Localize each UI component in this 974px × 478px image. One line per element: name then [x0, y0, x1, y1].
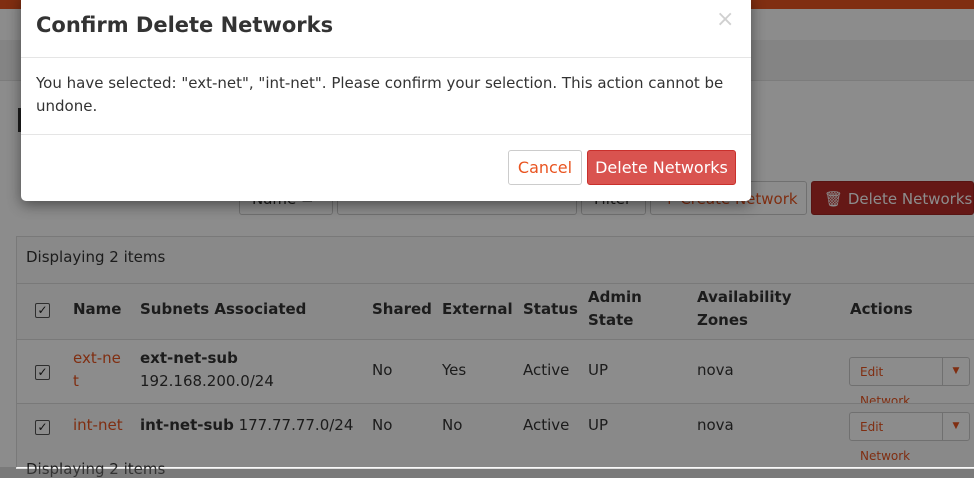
dialog-title: Confirm Delete Networks — [36, 13, 334, 37]
confirm-delete-dialog: Confirm Delete Networks × You have selec… — [21, 0, 751, 201]
cancel-button[interactable]: Cancel — [508, 150, 582, 185]
divider — [21, 134, 751, 135]
dialog-message: You have selected: "ext-net", "int-net".… — [36, 74, 724, 115]
confirm-delete-button[interactable]: Delete Networks — [587, 150, 736, 185]
divider — [21, 57, 751, 58]
close-icon[interactable]: × — [716, 7, 734, 32]
